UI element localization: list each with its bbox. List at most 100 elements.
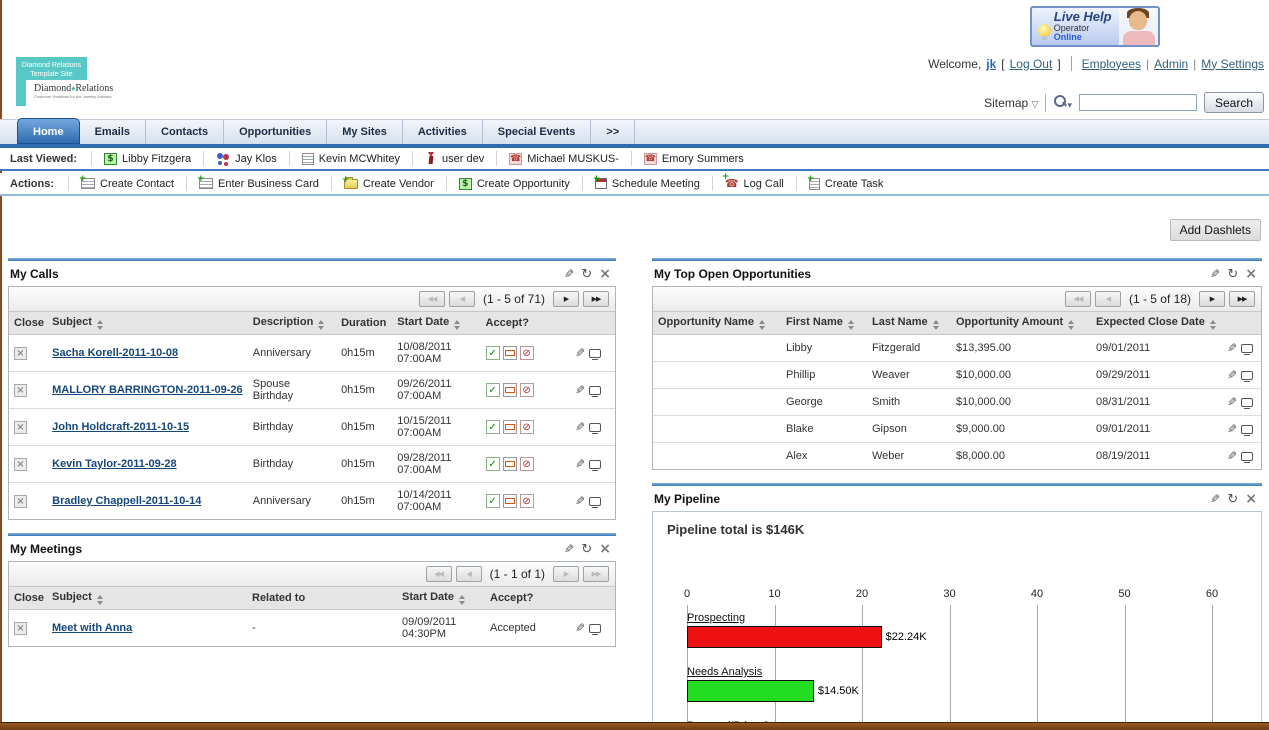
- edit-record-icon[interactable]: [1227, 368, 1237, 382]
- action-schedule-meeting[interactable]: Schedule Meeting: [582, 176, 712, 191]
- action-create-contact[interactable]: Create Contact: [68, 176, 186, 191]
- sort-icon[interactable]: [933, 320, 939, 330]
- tab-special-events[interactable]: Special Events: [483, 120, 592, 144]
- action-create-opportunity[interactable]: Create Opportunity: [446, 176, 582, 191]
- preview-record-icon[interactable]: [1241, 452, 1253, 461]
- close-call-icon[interactable]: [14, 458, 27, 471]
- preview-record-icon[interactable]: [1241, 425, 1253, 434]
- sort-icon[interactable]: [1210, 320, 1216, 330]
- accept-decline-icon[interactable]: [520, 420, 534, 434]
- edit-record-icon[interactable]: [575, 457, 585, 471]
- edit-record-icon[interactable]: [575, 621, 585, 635]
- sort-icon[interactable]: [97, 595, 103, 605]
- sort-icon[interactable]: [1068, 320, 1074, 330]
- pipeline-stage-link-prospecting[interactable]: Prospecting: [687, 612, 745, 624]
- action-create-task[interactable]: Create Task: [796, 176, 896, 191]
- refresh-dashlet-icon[interactable]: [1227, 267, 1238, 282]
- edit-dashlet-icon[interactable]: [1210, 267, 1220, 281]
- next-page-button[interactable]: ▶: [553, 291, 579, 307]
- call-subject-link[interactable]: Bradley Chappell-2011-10-14: [52, 495, 201, 507]
- accept-tentative-icon[interactable]: [503, 383, 517, 397]
- last-viewed-item-jay-klos[interactable]: Jay Klos: [203, 151, 289, 166]
- preview-record-icon[interactable]: [1241, 344, 1253, 353]
- accept-decline-icon[interactable]: [520, 494, 534, 508]
- preview-record-icon[interactable]: [1241, 398, 1253, 407]
- action-create-vendor[interactable]: Create Vendor: [331, 176, 446, 191]
- search-scope-menu[interactable]: ▾: [1053, 94, 1072, 111]
- accept-yes-icon[interactable]: [486, 420, 500, 434]
- tab-opportunities[interactable]: Opportunities: [224, 120, 327, 144]
- close-dashlet-icon[interactable]: [599, 266, 611, 282]
- last-page-button[interactable]: ▶▶: [1229, 291, 1255, 307]
- close-call-icon[interactable]: [14, 347, 27, 360]
- accept-decline-icon[interactable]: [520, 346, 534, 360]
- refresh-dashlet-icon[interactable]: [1227, 492, 1238, 507]
- last-page-button[interactable]: ▶▶: [583, 291, 609, 307]
- edit-dashlet-icon[interactable]: [1210, 492, 1220, 506]
- meeting-subject-link[interactable]: Meet with Anna: [52, 622, 132, 634]
- sort-icon[interactable]: [459, 595, 465, 605]
- search-button[interactable]: Search: [1204, 92, 1264, 113]
- close-call-icon[interactable]: [14, 421, 27, 434]
- accept-tentative-icon[interactable]: [503, 457, 517, 471]
- sitemap-menu[interactable]: Sitemap ▽: [984, 96, 1038, 110]
- edit-record-icon[interactable]: [575, 383, 585, 397]
- preview-record-icon[interactable]: [589, 460, 601, 469]
- accept-tentative-icon[interactable]: [503, 494, 517, 508]
- last-viewed-item-kevin-mcwhitey[interactable]: Kevin MCWhitey: [289, 151, 412, 166]
- edit-record-icon[interactable]: [1227, 449, 1237, 463]
- close-dashlet-icon[interactable]: [1245, 491, 1257, 507]
- sort-icon[interactable]: [759, 320, 765, 330]
- close-call-icon[interactable]: [14, 495, 27, 508]
- edit-dashlet-icon[interactable]: [564, 542, 574, 556]
- accept-tentative-icon[interactable]: [503, 420, 517, 434]
- employees-link[interactable]: Employees: [1082, 57, 1141, 71]
- preview-record-icon[interactable]: [589, 497, 601, 506]
- edit-dashlet-icon[interactable]: [564, 267, 574, 281]
- close-dashlet-icon[interactable]: [599, 541, 611, 557]
- edit-record-icon[interactable]: [1227, 422, 1237, 436]
- sort-icon[interactable]: [318, 320, 324, 330]
- accept-decline-icon[interactable]: [520, 457, 534, 471]
- close-call-icon[interactable]: [14, 384, 27, 397]
- call-subject-link[interactable]: Kevin Taylor-2011-09-28: [52, 458, 177, 470]
- refresh-dashlet-icon[interactable]: [581, 542, 592, 557]
- edit-record-icon[interactable]: [575, 346, 585, 360]
- sort-icon[interactable]: [848, 320, 854, 330]
- tab-activities[interactable]: Activities: [403, 120, 483, 144]
- tab-emails[interactable]: Emails: [80, 120, 146, 144]
- admin-link[interactable]: Admin: [1154, 57, 1188, 71]
- close-meeting-icon[interactable]: [14, 622, 27, 635]
- search-input[interactable]: [1079, 94, 1197, 111]
- next-page-button[interactable]: ▶: [1199, 291, 1225, 307]
- sort-icon[interactable]: [454, 320, 460, 330]
- last-viewed-item-libby-fitzgera[interactable]: Libby Fitzgera: [91, 151, 203, 166]
- close-dashlet-icon[interactable]: [1245, 266, 1257, 282]
- tab-more[interactable]: >>: [591, 120, 635, 144]
- preview-record-icon[interactable]: [589, 423, 601, 432]
- last-viewed-item-user-dev[interactable]: user dev: [412, 151, 496, 166]
- accept-decline-icon[interactable]: [520, 383, 534, 397]
- edit-record-icon[interactable]: [575, 494, 585, 508]
- preview-record-icon[interactable]: [589, 624, 601, 633]
- accept-tentative-icon[interactable]: [503, 346, 517, 360]
- live-help-banner[interactable]: Live Help Operator Online: [1030, 6, 1160, 47]
- logout-link[interactable]: Log Out: [1010, 57, 1053, 71]
- pipeline-stage-link-needs-analysis[interactable]: Needs Analysis: [687, 666, 762, 678]
- refresh-dashlet-icon[interactable]: [581, 267, 592, 282]
- edit-record-icon[interactable]: [1227, 341, 1237, 355]
- accept-yes-icon[interactable]: [486, 457, 500, 471]
- username-link[interactable]: jk: [986, 57, 996, 71]
- call-subject-link[interactable]: MALLORY BARRINGTON-2011-09-26: [52, 384, 243, 396]
- edit-record-icon[interactable]: [575, 420, 585, 434]
- edit-record-icon[interactable]: [1227, 395, 1237, 409]
- sort-icon[interactable]: [97, 320, 103, 330]
- preview-record-icon[interactable]: [1241, 371, 1253, 380]
- add-dashlets-button[interactable]: Add Dashlets: [1170, 219, 1261, 241]
- action-log-call[interactable]: Log Call: [712, 176, 796, 191]
- last-viewed-item-emory-summers[interactable]: Emory Summers: [631, 151, 756, 166]
- accept-yes-icon[interactable]: [486, 494, 500, 508]
- call-subject-link[interactable]: Sacha Korell-2011-10-08: [52, 347, 178, 359]
- last-viewed-item-michael-muskus[interactable]: Michael MUSKUS-: [496, 151, 631, 166]
- accept-yes-icon[interactable]: [486, 383, 500, 397]
